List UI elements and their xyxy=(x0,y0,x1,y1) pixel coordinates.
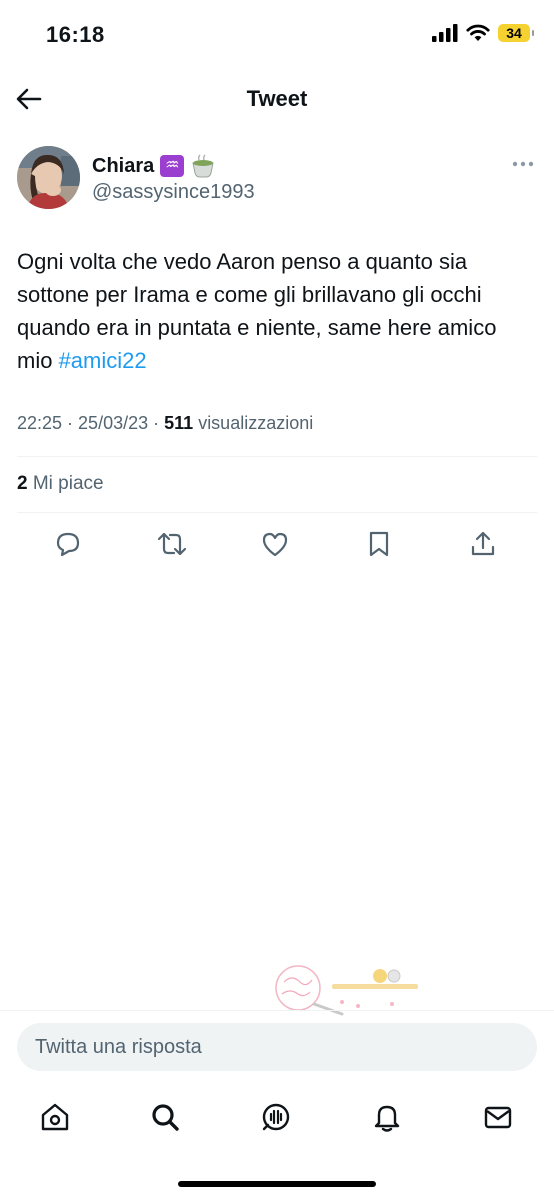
battery-level: 34 xyxy=(506,25,522,41)
avatar-image xyxy=(17,146,80,209)
tweet-author: Chiara ♒ @sassysince1993 xyxy=(17,146,537,212)
battery-icon: 34 xyxy=(498,24,534,42)
composer-divider xyxy=(0,1010,554,1011)
tea-icon xyxy=(192,154,214,178)
home-icon xyxy=(41,1103,69,1131)
bookmark-button[interactable] xyxy=(361,526,397,562)
likes-label: Mi piace xyxy=(32,473,104,494)
avatar[interactable] xyxy=(17,146,80,209)
hashtag-link[interactable]: #amici22 xyxy=(59,348,147,373)
tab-notifications[interactable] xyxy=(362,1092,412,1142)
tab-spaces[interactable] xyxy=(251,1092,301,1142)
home-indicator xyxy=(178,1181,376,1187)
status-bar: 16:18 34 xyxy=(0,0,554,70)
tab-search[interactable] xyxy=(140,1092,190,1142)
cellular-signal-icon xyxy=(432,24,458,42)
spaces-icon xyxy=(262,1103,290,1131)
tweet-date: 25/03/23 xyxy=(78,413,149,433)
like-button[interactable] xyxy=(257,526,293,562)
wifi-icon xyxy=(466,24,490,41)
divider xyxy=(17,456,537,457)
tweet-meta: 22:25 · 25/03/23 · 511 visualizzazioni xyxy=(17,413,314,433)
search-icon xyxy=(152,1104,179,1131)
bookmark-icon xyxy=(369,531,389,557)
author-handle[interactable]: @sassysince1993 xyxy=(92,181,255,204)
aquarius-icon: ♒ xyxy=(160,155,185,177)
mail-icon xyxy=(484,1106,512,1129)
tweet-text: Ogni volta che vedo Aaron penso a quanto… xyxy=(17,245,537,377)
likes-count: 2 xyxy=(17,473,28,494)
comment-icon xyxy=(56,532,80,557)
likes-summary[interactable]: 2 Mi piace xyxy=(17,473,104,495)
tab-home[interactable] xyxy=(30,1092,80,1142)
views-label: visualizzazioni xyxy=(198,413,314,433)
page-title: Tweet xyxy=(246,86,308,111)
views-count: 511 xyxy=(164,413,194,433)
tweet-actions xyxy=(17,526,537,562)
reply-button[interactable] xyxy=(50,526,86,562)
reply-input[interactable] xyxy=(17,1023,537,1071)
bell-icon xyxy=(374,1105,400,1132)
status-indicators: 34 xyxy=(432,24,534,42)
divider xyxy=(17,512,537,513)
tab-messages[interactable] xyxy=(473,1092,523,1142)
retweet-icon xyxy=(157,532,187,556)
status-time: 16:18 xyxy=(46,22,105,47)
bottom-tab-bar xyxy=(0,1092,554,1142)
retweet-button[interactable] xyxy=(154,526,190,562)
author-name[interactable]: Chiara xyxy=(92,155,154,178)
more-options-button[interactable] xyxy=(511,154,535,174)
share-icon xyxy=(471,531,495,556)
more-icon xyxy=(512,161,534,167)
heart-icon xyxy=(262,532,288,557)
nav-header: Tweet xyxy=(0,72,554,124)
author-name-row: Chiara ♒ xyxy=(92,154,216,178)
share-button[interactable] xyxy=(465,526,501,562)
tweet-time: 22:25 xyxy=(17,413,63,433)
